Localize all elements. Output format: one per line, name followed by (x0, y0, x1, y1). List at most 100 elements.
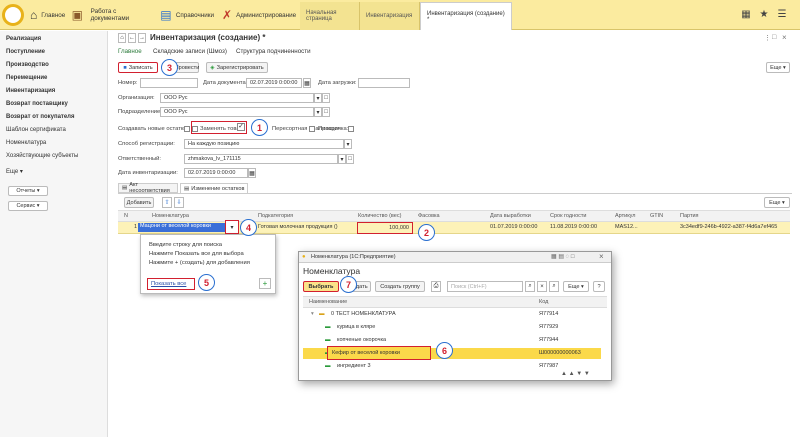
org-open-icon[interactable]: □ (322, 93, 330, 103)
division-label: Подразделение: (118, 109, 162, 115)
dialog-row[interactable]: ▬ курица в кляре Я77929 (303, 322, 607, 333)
load-date-field[interactable] (358, 78, 410, 88)
star-icon[interactable]: ★ (756, 6, 772, 22)
help-button[interactable]: ? (593, 281, 605, 292)
dialog-row[interactable]: ▾ ▬ 0 ТЕСТ НОМЕНКЛАТУРА Я77914 (303, 309, 607, 320)
sidebar-item-transfer[interactable]: Перемещение (6, 75, 47, 81)
nav-arrows-icon[interactable]: ▲ ▲ ▼ ▼ (561, 371, 590, 377)
select-button[interactable]: Выбрать (303, 281, 339, 292)
col-subcategory: Подкатегория (258, 213, 294, 219)
dialog-tools-icon[interactable]: ▦ ▤ ◌ □ (551, 253, 575, 260)
dialog-more-button[interactable]: Еще ▾ (563, 281, 589, 292)
more-icon[interactable]: ⋮ (764, 34, 771, 42)
move-down-icon[interactable]: ⇩ (174, 197, 184, 208)
find-icon[interactable]: ⌕ (549, 281, 559, 292)
forward-icon[interactable]: → (138, 33, 146, 43)
create-remains-checkbox[interactable] (184, 126, 190, 132)
section-documents[interactable]: ▣ Работа с документами (64, 0, 156, 30)
register-icon: ◈ (210, 64, 215, 71)
replace-goods-check-icon[interactable]: ✓ (237, 123, 245, 131)
search-input[interactable]: Поиск (Ctrl+F) (447, 281, 523, 292)
back-icon[interactable]: ← (128, 33, 136, 43)
sidebar-item-receipt[interactable]: Поступление (6, 49, 45, 55)
division-field[interactable]: ООО Рус (160, 107, 314, 117)
replace-goods-checkbox[interactable] (192, 126, 198, 132)
section-references[interactable]: ▤ Справочники (156, 0, 218, 30)
subtab-stock[interactable]: Складские записи (Шмоз) (153, 48, 227, 55)
org-dropdown-icon[interactable]: ▾ (314, 93, 322, 103)
close-icon[interactable]: × (782, 33, 787, 42)
responsible-open-icon[interactable]: □ (346, 154, 354, 164)
save-button[interactable]: ■ Записать (118, 62, 158, 73)
sidebar-item-return-supplier[interactable]: Возврат поставщику (6, 101, 68, 107)
sidebar-item-nomenclature[interactable]: Номенклатура (6, 140, 46, 146)
sidebar-item-production[interactable]: Производство (6, 62, 49, 68)
inv-calendar-icon[interactable]: ▦ (248, 168, 256, 178)
registration-label: Способ регистрации: (118, 141, 175, 147)
home-icon[interactable]: ⌂ (118, 33, 126, 43)
date-field[interactable]: 02.07.2019 0:00:00 (246, 78, 302, 88)
add-button[interactable]: Добавить (124, 197, 154, 208)
dialog-close-icon[interactable]: × (599, 252, 604, 261)
expand-icon[interactable]: ▾ (311, 311, 314, 317)
registration-dropdown-icon[interactable]: ▾ (344, 139, 352, 149)
dialog-row-name: копченые окорочка (337, 337, 387, 343)
sidebar-item-sales[interactable]: Реализация (6, 36, 41, 42)
section-main[interactable]: ⌂ Главное (26, 0, 65, 30)
table-more-button[interactable]: Еще ▾ (764, 197, 790, 208)
responsible-dropdown-icon[interactable]: ▾ (338, 154, 346, 164)
dialog-row-name[interactable]: Кефир от веселой коровки (327, 346, 431, 360)
grid-icon[interactable]: ▦ (738, 6, 754, 22)
subtab-main[interactable]: Главное (118, 48, 142, 55)
more-button[interactable]: Еще ▾ (766, 62, 790, 73)
section-admin[interactable]: ✗ Администрирование (218, 0, 300, 30)
overdue-checkbox[interactable] (348, 126, 354, 132)
subtab-structure[interactable]: Структура подчиненности (236, 48, 311, 55)
register-button[interactable]: ◈ Зарегистрировать (206, 62, 268, 73)
sidebar-item-more[interactable]: Еще ▾ (6, 168, 23, 175)
nomenclature-dialog: ● Номенклатура (1С:Предприятие) ▦ ▤ ◌ □ … (298, 251, 612, 381)
tab-home[interactable]: Начальная страница (300, 2, 360, 30)
create-plus-button[interactable]: + (259, 278, 271, 289)
post-button[interactable]: Провести (175, 62, 199, 73)
page-title: Инвентаризация (создание) * (150, 33, 266, 42)
resize-icon[interactable]: □ (772, 34, 776, 41)
section-documents-label: Работа с документами (90, 8, 130, 22)
registration-select[interactable]: На каждую позицию (184, 139, 344, 149)
reports-button[interactable]: Отчеты ▾ (8, 186, 48, 196)
dropdown-hint-3: Нажмите + (создать) для добавления (149, 260, 250, 266)
search-icon[interactable]: ⌕ (525, 281, 535, 292)
menu-icon[interactable]: ☰ (774, 6, 790, 22)
app-logo (2, 4, 24, 26)
division-open-icon[interactable]: □ (322, 107, 330, 117)
calendar-icon[interactable]: ▦ (303, 78, 311, 88)
sale-checkbox[interactable] (309, 126, 315, 132)
cell-nomenclature[interactable]: Мацони от веселой коровки (138, 223, 226, 232)
org-field[interactable]: ООО Рус (160, 93, 314, 103)
tab-act[interactable]: ▤ Акт несоответствия (118, 182, 178, 194)
table-row[interactable]: 1 Мацони от веселой коровки Готовая моло… (118, 222, 790, 234)
inv-date-field[interactable]: 02.07.2019 0:00:00 (184, 168, 248, 178)
nomenclature-dropdown-icon[interactable]: ▾ (225, 220, 239, 234)
tab-inventory[interactable]: Инвентаризация (360, 2, 420, 30)
number-field[interactable] (140, 78, 198, 88)
save-icon: ■ (123, 64, 127, 71)
responsible-field[interactable]: zhmakova_lv_171115 (184, 154, 338, 164)
cell-qty[interactable]: 100,000 (357, 222, 413, 234)
tab-remains[interactable]: ▤ Изменение остатков (180, 183, 248, 193)
create-group-button[interactable]: Создать группу (375, 281, 425, 292)
move-up-icon[interactable]: ⇧ (162, 197, 172, 208)
sidebar-item-certificate[interactable]: Шаблон сертификата (6, 127, 66, 133)
service-button[interactable]: Сервис ▾ (8, 201, 48, 211)
sidebar-item-return-customer[interactable]: Возврат от покупателя (6, 114, 75, 120)
sidebar-item-inventory[interactable]: Инвентаризация (6, 88, 55, 94)
tab-inventory-create[interactable]: Инвентаризация (создание) * (420, 2, 512, 30)
division-dropdown-icon[interactable]: ▾ (314, 107, 322, 117)
tab-divider (118, 193, 792, 194)
overdue-label: Просрочка: (318, 126, 349, 132)
clear-search-icon[interactable]: × (537, 281, 547, 292)
sidebar-item-entities[interactable]: Хозяйствующие субъекты (6, 153, 78, 159)
show-all-link[interactable]: Показать все (147, 278, 195, 290)
dialog-row[interactable]: ▬ копченые окорочка Я77944 (303, 335, 607, 346)
print-icon[interactable]: ⎙ (431, 281, 441, 292)
